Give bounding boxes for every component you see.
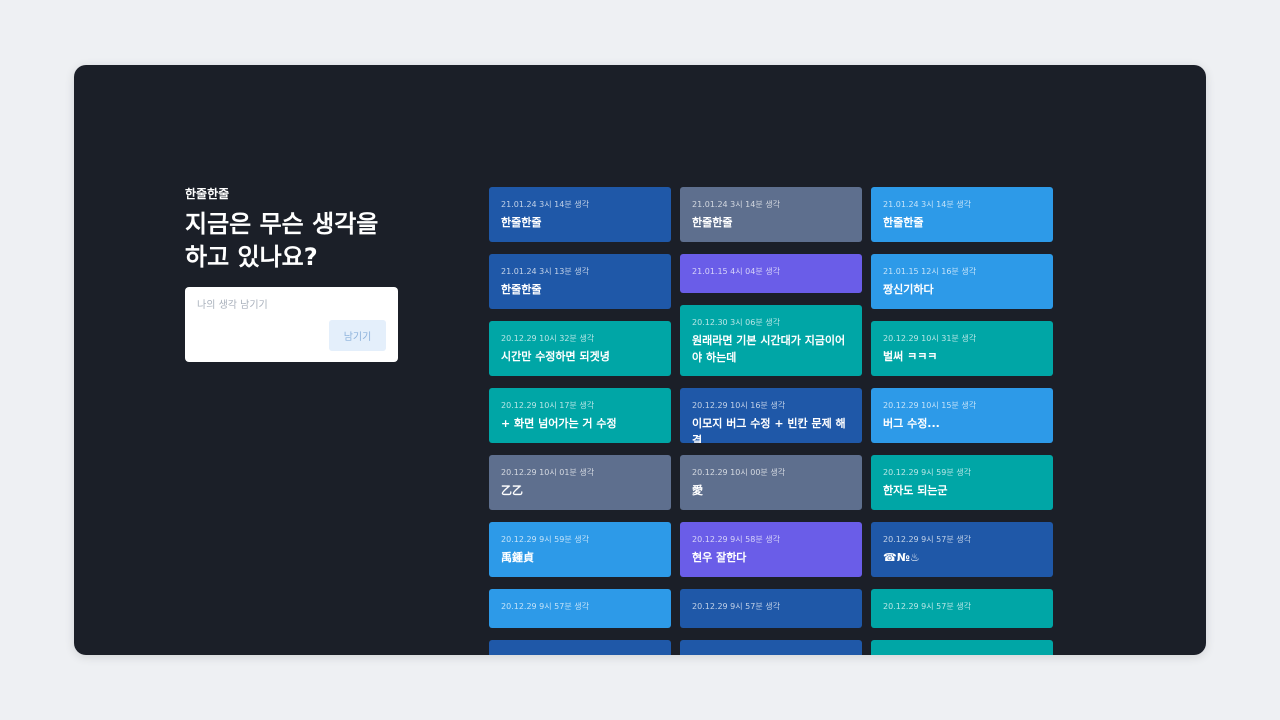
thought-card[interactable]: 20.12.29 9시 57분 생각 — [871, 589, 1053, 628]
card-text: 버그 수정... — [883, 417, 940, 430]
card-timestamp: 21.01.15 4시 04분 생각 — [692, 267, 780, 276]
thought-card[interactable]: 20.12.29 10시 32분 생각 시간만 수정하면 되겟녕 — [489, 321, 671, 376]
thought-card[interactable]: 21.01.24 3시 13분 생각 한줄한줄 — [489, 254, 671, 309]
card-text: 禹鍾貞 — [501, 551, 534, 564]
thought-card[interactable]: 21.01.15 12시 16분 생각 짱신기하다 — [871, 254, 1053, 309]
thought-card[interactable]: 20.12.29 9시 57분 생각 ☎№♨ — [871, 522, 1053, 577]
page-title-line-2: 하고 있나요? — [185, 243, 318, 271]
thought-input[interactable] — [185, 287, 398, 323]
card-timestamp: 20.12.29 9시 59분 생각 — [883, 468, 971, 477]
left-panel: 한줄한줄 지금은 무슨 생각을 하고 있나요? 남기기 — [185, 185, 398, 362]
brand-name: 한줄한줄 — [185, 187, 230, 201]
thought-card[interactable] — [871, 640, 1053, 655]
thought-composer: 남기기 — [185, 287, 398, 362]
thought-card[interactable]: 20.12.29 10시 15분 생각 버그 수정... — [871, 388, 1053, 443]
thought-card[interactable]: 20.12.29 9시 58분 생각 현우 잘한다 — [680, 522, 862, 577]
card-text: 현우 잘한다 — [692, 551, 747, 564]
thought-card[interactable]: 21.01.24 3시 14분 생각 한줄한줄 — [680, 187, 862, 242]
thought-card[interactable]: 20.12.29 9시 57분 생각 — [680, 589, 862, 628]
card-text: 한줄한줄 — [501, 216, 542, 229]
card-timestamp: 20.12.29 10시 17분 생각 — [501, 401, 595, 410]
card-text: 한줄한줄 — [692, 216, 733, 229]
card-text: + 화면 넘어가는 거 수정 — [501, 417, 617, 430]
card-timestamp: 21.01.24 3시 14분 생각 — [883, 200, 971, 209]
card-timestamp: 20.12.29 10시 31분 생각 — [883, 334, 977, 343]
thought-card-grid: 21.01.24 3시 14분 생각 한줄한줄 21.01.24 3시 13분 … — [489, 187, 1054, 655]
card-timestamp: 20.12.29 10시 01분 생각 — [501, 468, 595, 477]
card-text: 짱신기하다 — [883, 283, 934, 296]
card-timestamp: 20.12.29 9시 58분 생각 — [692, 535, 780, 544]
thought-card[interactable]: 21.01.24 3시 14분 생각 한줄한줄 — [871, 187, 1053, 242]
card-timestamp: 20.12.29 9시 57분 생각 — [501, 602, 589, 611]
card-text: 愛 — [692, 484, 703, 497]
card-timestamp: 20.12.30 3시 06분 생각 — [692, 318, 780, 327]
app-window: 한줄한줄 지금은 무슨 생각을 하고 있나요? 남기기 21.01.24 3시 … — [74, 65, 1206, 655]
thought-card[interactable]: 21.01.24 3시 14분 생각 한줄한줄 — [489, 187, 671, 242]
card-timestamp: 21.01.24 3시 13분 생각 — [501, 267, 589, 276]
card-timestamp: 20.12.29 9시 57분 생각 — [883, 602, 971, 611]
submit-button[interactable]: 남기기 — [329, 320, 386, 351]
card-timestamp: 21.01.15 12시 16분 생각 — [883, 267, 977, 276]
card-text: 乙乙 — [501, 484, 523, 497]
thought-card[interactable]: 21.01.15 4시 04분 생각 — [680, 254, 862, 293]
card-text: 한줄한줄 — [501, 283, 542, 296]
card-timestamp: 20.12.29 9시 57분 생각 — [692, 602, 780, 611]
thought-card[interactable]: 20.12.30 3시 06분 생각 원래라면 기본 시간대가 지금이어야 하는… — [680, 305, 862, 376]
thought-card[interactable] — [680, 640, 862, 655]
thought-card[interactable]: 20.12.29 10시 16분 생각 이모지 버그 수정 + 빈칸 문제 해결 — [680, 388, 862, 443]
thought-card[interactable]: 20.12.29 10시 00분 생각 愛 — [680, 455, 862, 510]
thought-card[interactable]: 20.12.29 9시 59분 생각 한자도 되는군 — [871, 455, 1053, 510]
card-text: 한줄한줄 — [883, 216, 924, 229]
page-title: 지금은 무슨 생각을 하고 있나요? — [185, 208, 398, 274]
card-timestamp: 20.12.29 10시 00분 생각 — [692, 468, 786, 477]
thought-card[interactable]: 20.12.29 9시 57분 생각 — [489, 589, 671, 628]
card-timestamp: 20.12.29 9시 57분 생각 — [883, 535, 971, 544]
card-timestamp: 20.12.29 10시 15분 생각 — [883, 401, 977, 410]
card-timestamp: 20.12.29 10시 16분 생각 — [692, 401, 786, 410]
card-timestamp: 20.12.29 9시 59분 생각 — [501, 535, 589, 544]
card-timestamp: 21.01.24 3시 14분 생각 — [501, 200, 589, 209]
card-text: ☎№♨ — [883, 551, 920, 564]
card-text: 원래라면 기본 시간대가 지금이어야 하는데 — [692, 334, 846, 364]
card-text: 이모지 버그 수정 + 빈칸 문제 해결 — [692, 417, 846, 443]
card-text: 벌써 ㅋㅋㅋ — [883, 350, 938, 363]
thought-card[interactable]: 20.12.29 10시 17분 생각 + 화면 넘어가는 거 수정 — [489, 388, 671, 443]
card-timestamp: 21.01.24 3시 14분 생각 — [692, 200, 780, 209]
card-text: 시간만 수정하면 되겟녕 — [501, 350, 610, 363]
thought-card[interactable]: 20.12.29 10시 01분 생각 乙乙 — [489, 455, 671, 510]
card-text: 한자도 되는군 — [883, 484, 948, 497]
card-timestamp: 20.12.29 10시 32분 생각 — [501, 334, 595, 343]
thought-card[interactable]: 20.12.29 10시 31분 생각 벌써 ㅋㅋㅋ — [871, 321, 1053, 376]
page-title-line-1: 지금은 무슨 생각을 — [185, 210, 379, 238]
thought-card[interactable]: 20.12.29 9시 59분 생각 禹鍾貞 — [489, 522, 671, 577]
thought-card[interactable] — [489, 640, 671, 655]
